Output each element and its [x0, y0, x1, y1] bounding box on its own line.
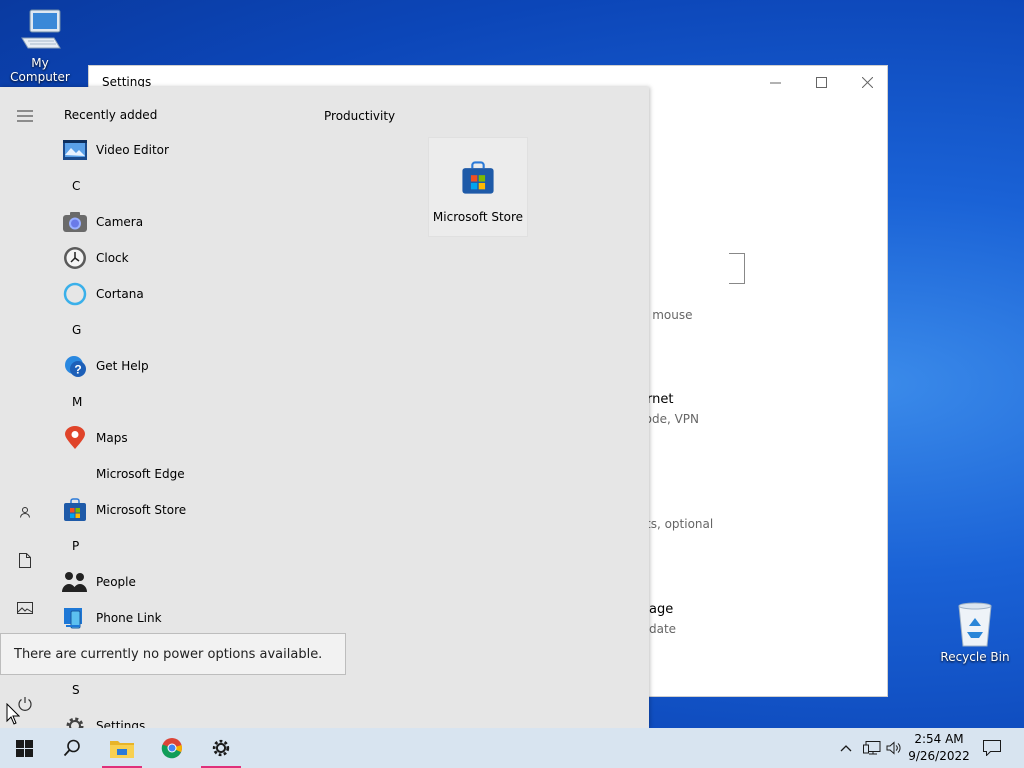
app-label-get-help: Get Help	[96, 359, 149, 373]
picture-icon	[17, 602, 33, 614]
settings-title-language: age	[649, 602, 674, 617]
maximize-icon	[815, 76, 827, 88]
app-label-cortana: Cortana	[96, 287, 144, 301]
documents-button[interactable]	[0, 540, 50, 580]
letter-header-m[interactable]: M	[62, 384, 322, 420]
desktop-icon-recycle-bin[interactable]: Recycle Bin	[935, 600, 1015, 664]
letter-header-s[interactable]: S	[62, 672, 322, 708]
search-icon	[63, 739, 80, 757]
recycle-bin-icon	[958, 602, 992, 647]
clock-time: 2:54 AM	[914, 732, 964, 746]
chevron-up-icon	[840, 745, 852, 752]
search-box-edge	[729, 253, 745, 284]
settings-gear-icon	[66, 717, 84, 728]
notification-icon	[983, 740, 1001, 756]
maps-icon	[65, 426, 85, 449]
app-label-settings: Settings	[96, 719, 146, 728]
app-item-phone-link[interactable]: Phone Link	[62, 600, 322, 636]
app-item-people[interactable]: People	[62, 564, 322, 600]
windows-logo-icon	[15, 739, 33, 757]
letter-header-c[interactable]: C	[62, 168, 322, 204]
clock-icon	[64, 247, 86, 269]
settings-taskbar-button[interactable]	[197, 728, 245, 768]
tooltip-text: There are currently no power options ava…	[14, 646, 323, 662]
power-tooltip: There are currently no power options ava…	[0, 633, 346, 675]
minimize-button[interactable]	[752, 66, 798, 98]
app-item-cortana[interactable]: Cortana	[62, 276, 322, 312]
tile-microsoft-store[interactable]: Microsoft Store	[428, 137, 528, 237]
file-explorer-icon	[110, 741, 134, 758]
microsoft-store-icon	[64, 498, 86, 521]
file-explorer-button[interactable]	[98, 728, 146, 768]
recently-added-header: Recently added	[64, 108, 158, 122]
app-item-clock[interactable]: Clock	[62, 240, 322, 276]
letter-s: S	[72, 683, 80, 697]
microsoft-edge-icon-placeholder	[62, 461, 88, 487]
recycle-bin-label: Recycle Bin	[940, 650, 1010, 664]
app-item-microsoft-edge[interactable]: Microsoft Edge	[62, 456, 322, 492]
start-menu: Recently added Video Editor C Camera Clo…	[0, 87, 649, 728]
letter-header-g[interactable]: G	[62, 312, 322, 348]
video-editor-icon	[63, 140, 87, 160]
desktop-icon-my-computer[interactable]: My Computer	[0, 8, 80, 84]
phone-link-icon	[64, 608, 82, 629]
settings-desc-update: date	[649, 622, 677, 636]
taskbar: 2:54 AM 9/26/2022	[0, 728, 1024, 768]
app-label-microsoft-store: Microsoft Store	[96, 503, 187, 517]
maximize-button[interactable]	[798, 66, 844, 98]
cortana-icon	[63, 282, 87, 306]
clock-date: 9/26/2022	[908, 749, 970, 763]
letter-g: G	[72, 323, 82, 337]
app-item-maps[interactable]: Maps	[62, 420, 322, 456]
hamburger-icon	[17, 110, 33, 122]
letter-p: P	[72, 539, 80, 553]
letter-header-p[interactable]: P	[62, 528, 322, 564]
svg-text:?: ?	[74, 363, 81, 377]
mouse-cursor-icon	[6, 703, 20, 725]
settings-desc-apps: ts, optional	[646, 517, 714, 531]
show-hidden-icons-button[interactable]	[836, 728, 856, 768]
expand-menu-button[interactable]	[0, 96, 50, 136]
app-label-camera: Camera	[96, 215, 144, 229]
user-icon	[20, 507, 30, 518]
start-button[interactable]	[0, 728, 48, 768]
camera-icon	[63, 212, 87, 232]
close-icon	[861, 76, 873, 88]
search-button[interactable]	[48, 728, 96, 768]
app-label-video-editor: Video Editor	[96, 143, 169, 157]
action-center-button[interactable]	[980, 728, 1004, 768]
close-button[interactable]	[844, 66, 890, 98]
app-item-get-help[interactable]: ? Get Help	[62, 348, 322, 384]
productivity-header: Productivity	[324, 109, 396, 123]
app-item-video-editor[interactable]: Video Editor	[62, 132, 322, 168]
network-button[interactable]	[860, 728, 884, 768]
document-icon	[19, 552, 31, 568]
app-item-camera[interactable]: Camera	[62, 204, 322, 240]
letter-c: C	[72, 179, 81, 193]
user-account-button[interactable]	[0, 492, 50, 532]
app-label-people: People	[96, 575, 136, 589]
my-computer-label: My Computer	[10, 56, 70, 84]
tile-label: Microsoft Store	[432, 209, 524, 224]
settings-gear-taskbar-icon	[212, 739, 230, 757]
chrome-icon	[161, 738, 182, 759]
minimize-icon	[769, 82, 781, 83]
app-item-settings[interactable]: Settings	[62, 708, 322, 728]
computer-icon	[21, 9, 61, 49]
letter-m: M	[72, 395, 83, 409]
app-item-microsoft-store[interactable]: Microsoft Store	[62, 492, 322, 528]
app-label-microsoft-edge: Microsoft Edge	[96, 467, 185, 481]
pictures-button[interactable]	[0, 588, 50, 628]
chrome-button[interactable]	[148, 728, 196, 768]
get-help-icon: ?	[65, 356, 86, 377]
network-icon	[863, 741, 881, 755]
app-label-maps: Maps	[96, 431, 128, 445]
taskbar-clock[interactable]: 2:54 AM 9/26/2022	[900, 731, 978, 765]
people-icon	[62, 572, 87, 592]
microsoft-store-tile-icon	[462, 160, 494, 194]
app-label-clock: Clock	[96, 251, 129, 265]
app-label-phone-link: Phone Link	[96, 611, 162, 625]
